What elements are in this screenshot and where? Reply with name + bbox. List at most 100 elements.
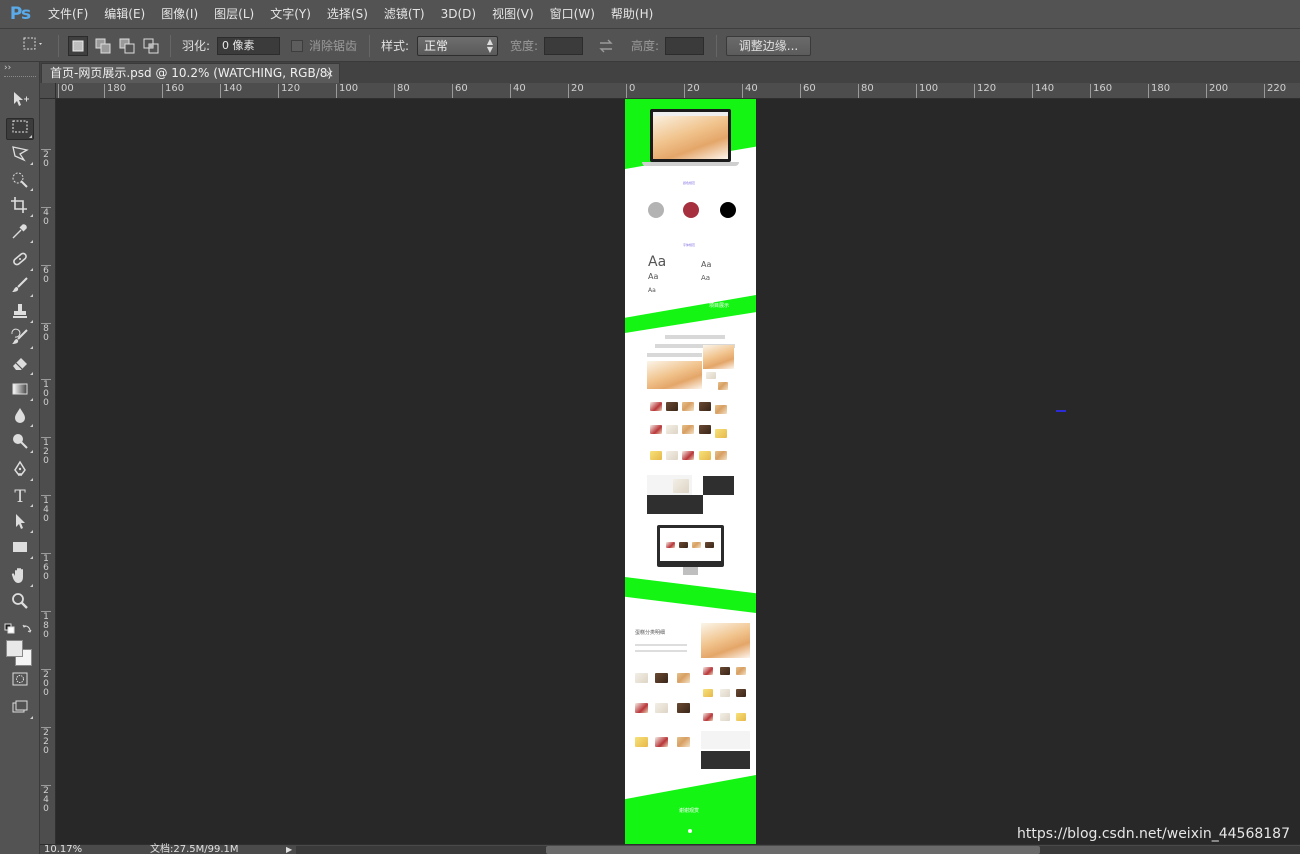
crop-tool[interactable] (6, 196, 34, 218)
hand-tool[interactable] (6, 566, 34, 588)
status-menu-arrow-icon[interactable]: ▶ (286, 844, 292, 854)
brush-icon (12, 277, 28, 292)
gradient-tool[interactable] (6, 380, 34, 402)
foreground-color-swatch[interactable] (6, 640, 23, 657)
height-input[interactable] (665, 37, 704, 55)
tools-panel: ›› T (0, 62, 40, 854)
cake-thumb (715, 451, 727, 460)
menu-file[interactable]: 文件(F) (40, 0, 96, 28)
bandage-icon (13, 252, 27, 266)
scrollbar-thumb[interactable] (546, 846, 1040, 854)
ruler-label: 220 (1264, 84, 1286, 98)
cake-thumb (655, 737, 668, 747)
menu-help[interactable]: 帮助(H) (603, 0, 661, 28)
menu-select[interactable]: 选择(S) (319, 0, 376, 28)
menu-window[interactable]: 窗口(W) (542, 0, 603, 28)
antialias-label: 消除锯齿 (309, 39, 358, 53)
horizontal-ruler[interactable]: 00 180 160 140 120 100 80 60 40 20 0 20 … (56, 83, 1300, 99)
dodge-tool[interactable] (6, 432, 34, 454)
width-label: 宽度: (510, 39, 539, 53)
pen-tool[interactable] (6, 460, 34, 482)
document-size[interactable]: 文档:27.5M/99.1M (150, 844, 239, 854)
menu-edit[interactable]: 编辑(E) (96, 0, 153, 28)
footer-dot (688, 829, 692, 833)
menu-filter[interactable]: 滤镜(T) (376, 0, 433, 28)
menu-3d[interactable]: 3D(D) (433, 0, 484, 28)
lasso-tool[interactable] (6, 144, 34, 166)
rectangular-marquee-tool[interactable] (6, 118, 34, 140)
quick-mask-icon (12, 672, 28, 686)
path-selection-icon (16, 514, 25, 529)
ruler-label: 1 4 0 (41, 495, 51, 524)
marquee-preset-picker[interactable] (18, 34, 48, 56)
collapse-panel-icon[interactable]: ›› (4, 64, 11, 73)
ruler-label: 120 (278, 84, 300, 98)
eyedropper-tool[interactable] (6, 222, 34, 244)
cake-thumb (666, 451, 678, 460)
quick-mask-button[interactable] (6, 670, 34, 692)
default-colors-icon (4, 623, 15, 634)
horizontal-scrollbar[interactable] (296, 846, 1300, 854)
antialias-checkbox[interactable] (291, 40, 303, 52)
options-bar: 羽化: 0 像素 消除锯齿 样式: 正常 ▲ ▼ 宽度: 高度: 调整边缘... (0, 28, 1300, 62)
cake-thumb (736, 667, 746, 675)
quick-selection-tool[interactable] (6, 170, 34, 192)
document-artboard[interactable]: 颜色规范 字体规范 Aa Aa Aa Aa Aa 项目展示 蛋糕分类明细 谢谢观… (625, 99, 756, 844)
subtract-from-selection-button[interactable] (117, 36, 137, 56)
separator (369, 35, 370, 57)
blur-tool[interactable] (6, 406, 34, 428)
brush-tool[interactable] (6, 276, 34, 298)
desktop-mockup (657, 525, 724, 567)
close-tab-icon[interactable]: × (325, 64, 334, 83)
ruler-origin[interactable] (40, 83, 56, 99)
separator (170, 35, 171, 57)
color-swatch-red (683, 202, 699, 218)
desktop-screen (660, 528, 721, 561)
new-selection-button[interactable] (68, 36, 88, 56)
style-select[interactable]: 正常 ▲ ▼ (417, 36, 498, 56)
ruler-label: 1 2 0 (41, 437, 51, 466)
document-tab[interactable]: 首页-网页展示.psd @ 10.2% (WATCHING, RGB/8) × (41, 63, 340, 83)
add-to-selection-button[interactable] (93, 36, 113, 56)
vertical-ruler[interactable]: 2 0 4 0 6 0 8 0 1 0 0 1 2 0 1 4 0 1 6 0 … (40, 99, 56, 844)
menu-bar: Ps 文件(F) 编辑(E) 图像(I) 图层(L) 文字(Y) 选择(S) 滤… (0, 0, 1300, 28)
ruler-label: 40 (742, 84, 758, 98)
screen-mode-button[interactable] (6, 698, 34, 720)
zoom-tool[interactable] (6, 592, 34, 614)
cake-thumb (682, 425, 694, 434)
ruler-label: 180 (1148, 84, 1170, 98)
refine-edge-button[interactable]: 调整边缘... (726, 36, 811, 56)
move-tool[interactable] (6, 90, 34, 112)
menu-image[interactable]: 图像(I) (153, 0, 206, 28)
menu-type[interactable]: 文字(Y) (262, 0, 319, 28)
type-sample-h3: Aa (648, 287, 656, 294)
menu-layer[interactable]: 图层(L) (206, 0, 262, 28)
project-green-band (625, 295, 756, 333)
type-sample-h2: Aa (648, 272, 659, 281)
type-icon: T (14, 487, 26, 507)
cake-thumb (703, 667, 713, 675)
eraser-tool[interactable] (6, 354, 34, 376)
healing-brush-tool[interactable] (6, 250, 34, 272)
intersect-selection-button[interactable] (141, 36, 161, 56)
zoom-level[interactable]: 10.17% (44, 844, 82, 854)
ruler-label: 20 (684, 84, 700, 98)
history-brush-tool[interactable] (6, 328, 34, 350)
menu-view[interactable]: 视图(V) (484, 0, 542, 28)
swap-dimensions-button[interactable] (598, 38, 614, 57)
rectangle-marquee-icon (12, 120, 28, 133)
width-input[interactable] (544, 37, 583, 55)
ruler-label: 1 8 0 (41, 611, 51, 640)
type-tool[interactable]: T (6, 486, 34, 508)
clone-stamp-tool[interactable] (6, 302, 34, 324)
hand-icon (11, 568, 23, 583)
path-selection-tool[interactable] (6, 512, 34, 534)
intersect-selection-icon (143, 38, 159, 54)
swap-arrows-icon (599, 39, 613, 53)
canvas-area[interactable]: 颜色规范 字体规范 Aa Aa Aa Aa Aa 项目展示 蛋糕分类明细 谢谢观… (56, 99, 1300, 844)
feather-input[interactable]: 0 像素 (217, 37, 280, 55)
swap-colors-button[interactable] (22, 619, 34, 638)
default-colors-button[interactable] (4, 620, 16, 639)
cake-thumb (635, 737, 648, 747)
rectangle-tool[interactable] (6, 538, 34, 560)
